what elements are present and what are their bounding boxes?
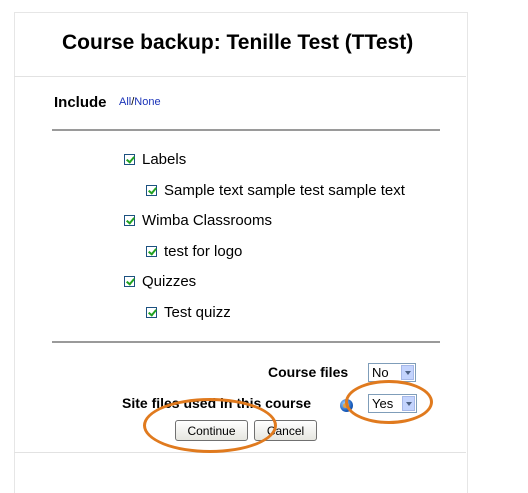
instance-item-test-for-logo[interactable]: test for logo <box>146 243 242 260</box>
instance-checkbox-test-for-logo[interactable] <box>146 246 157 257</box>
include-label: Include <box>54 94 107 111</box>
include-divider <box>52 129 440 131</box>
highlight-circle-continue <box>143 398 277 453</box>
course-files-value: No <box>372 365 389 380</box>
module-checkbox-labels[interactable] <box>124 154 135 165</box>
module-checkbox-wimba[interactable] <box>124 215 135 226</box>
course-files-label: Course files <box>268 364 349 380</box>
chevron-down-icon <box>401 365 414 380</box>
module-item-wimba[interactable]: Wimba Classrooms <box>124 212 272 229</box>
title-divider <box>14 76 466 77</box>
instance-label: Test quizz <box>164 304 231 321</box>
options-divider <box>52 341 440 343</box>
module-label: Labels <box>142 151 187 168</box>
instance-item-test-quizz[interactable]: Test quizz <box>146 304 231 321</box>
footer-divider <box>14 452 466 453</box>
instance-label: Sample text sample test sample text <box>164 182 405 199</box>
module-item-quizzes[interactable]: Quizzes <box>124 273 196 290</box>
module-item-labels[interactable]: Labels <box>124 151 186 168</box>
instance-label: test for logo <box>164 243 243 260</box>
module-label: Quizzes <box>142 273 197 290</box>
include-links: All/None <box>119 96 161 108</box>
instance-checkbox-test-quizz[interactable] <box>146 307 157 318</box>
module-checkbox-quizzes[interactable] <box>124 276 135 287</box>
highlight-circle-site-files <box>345 380 433 424</box>
module-label: Wimba Classrooms <box>142 212 273 229</box>
instance-checkbox-sample-text[interactable] <box>146 185 157 196</box>
instance-item-sample-text[interactable]: Sample text sample test sample text <box>146 182 405 199</box>
include-all-link[interactable]: All <box>119 96 131 108</box>
page-title: Course backup: Tenille Test (TTest) <box>62 31 414 54</box>
include-none-link[interactable]: None <box>134 96 160 108</box>
